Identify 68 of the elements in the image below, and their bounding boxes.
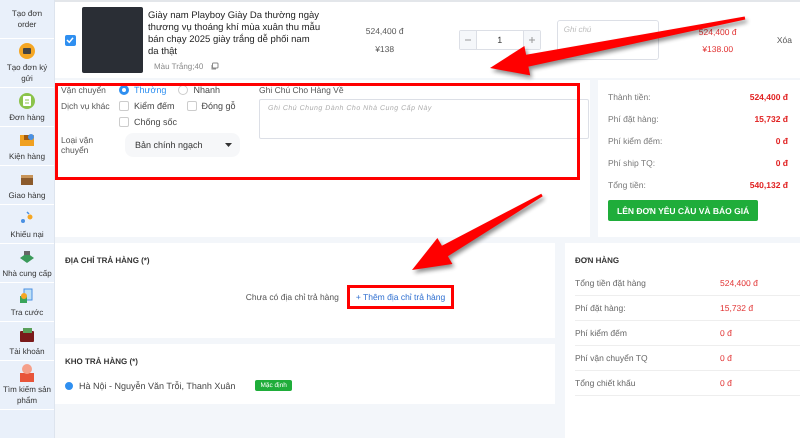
product-variant: Màu Trắng;40 bbox=[154, 62, 204, 70]
checkbox[interactable] bbox=[119, 101, 129, 111]
service-option[interactable]: Kiểm đếm bbox=[119, 101, 175, 111]
field-label: Vận chuyển bbox=[61, 85, 107, 95]
unit-price: 524,400 đ bbox=[366, 26, 404, 36]
plus-icon[interactable] bbox=[528, 36, 536, 44]
radio-button[interactable] bbox=[65, 382, 73, 390]
section-title: KHO TRẢ HÀNG (*) bbox=[65, 357, 139, 366]
total-label: Tổng tiền: bbox=[608, 180, 646, 190]
summary-value: 0 đ bbox=[720, 328, 733, 338]
total-value: 540,132 đ bbox=[750, 180, 788, 190]
check-icon bbox=[66, 36, 74, 44]
summary-label: Phí vận chuyển TQ bbox=[575, 353, 649, 363]
total-label: Phí ship TQ: bbox=[608, 158, 656, 168]
unit-price-cny: ¥138 bbox=[375, 44, 394, 54]
section-title: ĐƠN HÀNG bbox=[575, 256, 620, 265]
caret-icon bbox=[225, 143, 232, 147]
summary-label: Phí kiểm đếm bbox=[575, 328, 628, 338]
total-value: 0 đ bbox=[776, 158, 788, 168]
summary-label: Tổng tiền đặt hàng bbox=[575, 278, 647, 288]
sidebar-item[interactable]: Tài khoản bbox=[0, 322, 54, 361]
sidebar-item[interactable]: Tạo đơn ký gửi bbox=[0, 39, 54, 88]
radio-button[interactable] bbox=[178, 85, 188, 95]
sidebar-item[interactable]: Kiện hàng bbox=[0, 127, 54, 166]
sidebar-item[interactable]: Tra cước bbox=[0, 283, 54, 322]
line-total-cny: ¥138.00 bbox=[702, 44, 734, 54]
comment-icon[interactable] bbox=[211, 62, 220, 70]
sidebar-item[interactable]: Nhà cung cấp bbox=[0, 244, 54, 283]
delete-link[interactable]: Xóa bbox=[776, 35, 792, 45]
sidebar-item[interactable]: Khiếu nại bbox=[0, 205, 54, 244]
checkbox[interactable] bbox=[186, 101, 197, 111]
photo-placeholder bbox=[82, 7, 144, 73]
menu-item-icon bbox=[18, 92, 36, 110]
field-label: Ghi Chú Cho Hàng Về bbox=[259, 85, 345, 95]
total-label: Thành tiền: bbox=[608, 92, 651, 102]
menu-item-icon bbox=[18, 42, 36, 60]
summary-value: 15,732 đ bbox=[720, 303, 754, 313]
summary-value: 0 đ bbox=[720, 378, 733, 388]
product-title: Giày nam Playboy Giày Da thường ngày thương vụ thoáng khí mùa xuân thu mẫu bán chạy 2025 giày trắng dễ phối nam da thật bbox=[148, 10, 321, 58]
summary-value: 0 đ bbox=[720, 353, 733, 363]
field-label: Loại vận chuyển bbox=[61, 135, 94, 155]
radio-button[interactable] bbox=[119, 85, 129, 95]
total-label: Phí kiểm đếm: bbox=[608, 136, 662, 146]
sidebar-item[interactable]: Tìm kiếm sản phẩm bbox=[0, 361, 54, 410]
shipping-type-dropdown[interactable]: Bản chính ngạch bbox=[125, 133, 240, 157]
item-checkbox[interactable] bbox=[65, 34, 76, 46]
shipping-option[interactable]: Nhanh bbox=[178, 85, 220, 95]
sidebar-item[interactable]: Giao hàng bbox=[0, 166, 54, 205]
service-option[interactable]: Chống sốc bbox=[119, 117, 178, 127]
section-title: ĐỊA CHỈ TRẢ HÀNG (*) bbox=[65, 256, 151, 265]
summary-value: 524,400 đ bbox=[720, 278, 759, 288]
empty-message: Chưa có địa chỉ trả hàng bbox=[246, 292, 339, 302]
line-total: 524,400 đ bbox=[698, 26, 737, 36]
sidebar-item[interactable]: Tạo đơn order bbox=[0, 0, 54, 39]
field-label: Dịch vụ khác bbox=[61, 101, 111, 111]
quantity-stepper[interactable]: 1 bbox=[458, 30, 541, 50]
summary-label: Tổng chiết khấu bbox=[575, 378, 636, 388]
total-value: 15,732 đ bbox=[754, 114, 788, 124]
total-value: 524,400 đ bbox=[750, 92, 788, 102]
add-address-link[interactable]: + Thêm địa chỉ trả hàng bbox=[346, 285, 454, 309]
service-option[interactable]: Đóng gỗ bbox=[186, 101, 236, 111]
menu-item-icon bbox=[18, 326, 36, 344]
checkbox[interactable] bbox=[119, 117, 129, 127]
total-value: 0 đ bbox=[776, 136, 788, 146]
menu-item-icon bbox=[18, 364, 36, 382]
sidebar-item[interactable]: Đơn hàng bbox=[0, 88, 54, 127]
summary-label: Phí đặt hàng: bbox=[575, 303, 627, 313]
total-label: Phí đặt hàng: bbox=[608, 114, 659, 124]
